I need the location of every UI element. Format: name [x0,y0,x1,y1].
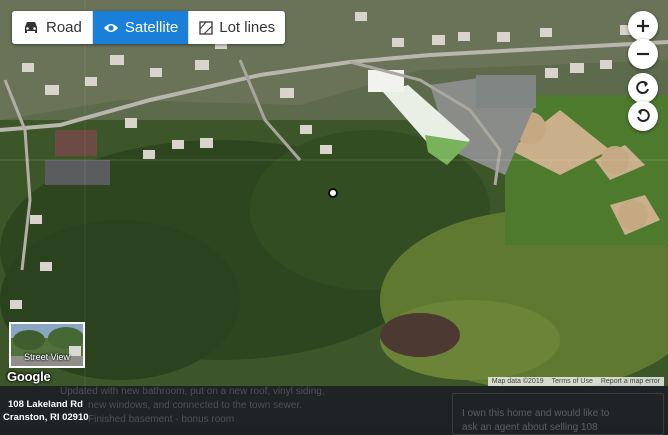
satellite-view-button[interactable]: Satellite [92,11,190,44]
description-line: new windows, and connected to the town s… [88,400,303,411]
description-line: Finished basement - bonus room [88,414,235,425]
street-view-thumbnail[interactable]: Street View [9,322,85,368]
map-type-toggle: Road Satellite Lot lines [12,11,286,44]
address-street: 108 Lakeland Rd [8,399,83,410]
map-attribution: Map data ©2019 Terms of Use Report a map… [487,377,664,386]
eye-icon [103,23,118,32]
rotate-left-icon [636,81,649,94]
road-view-label: Road [46,19,82,36]
street-view-label: Street View [24,352,70,362]
description-line: Updated with new bathroom, put on a new … [60,386,325,397]
lot-lines-view-button[interactable]: Lot lines [189,11,285,44]
terms-of-use-link[interactable]: Terms of Use [548,377,597,386]
map-data-text: Map data ©2019 [491,378,544,385]
report-map-error-link[interactable]: Report a map error [597,377,664,386]
zoom-out-button[interactable] [628,39,658,69]
listing-info-bar: Updated with new bathroom, put on a new … [0,386,668,435]
road-view-button[interactable]: Road [12,11,93,44]
rotate-right-button[interactable] [628,101,658,131]
google-logo: Google [7,369,51,384]
agent-message-box[interactable]: I own this home and would like to ask an… [452,393,664,435]
rotate-right-icon [637,109,650,122]
satellite-view-label: Satellite [124,19,179,36]
zoom-out-icon [637,52,649,56]
lot-lines-view-label: Lot lines [219,19,276,36]
rotate-left-button[interactable] [628,73,658,103]
address-city-zip: Cranston, RI 02910 [3,412,89,423]
car-icon [25,21,37,33]
zoom-in-icon [637,20,649,32]
message-line: I own this home and would like to [462,408,610,419]
zoom-in-button[interactable] [628,11,658,41]
property-location-marker[interactable] [328,188,338,198]
lot-lines-icon [199,20,213,35]
